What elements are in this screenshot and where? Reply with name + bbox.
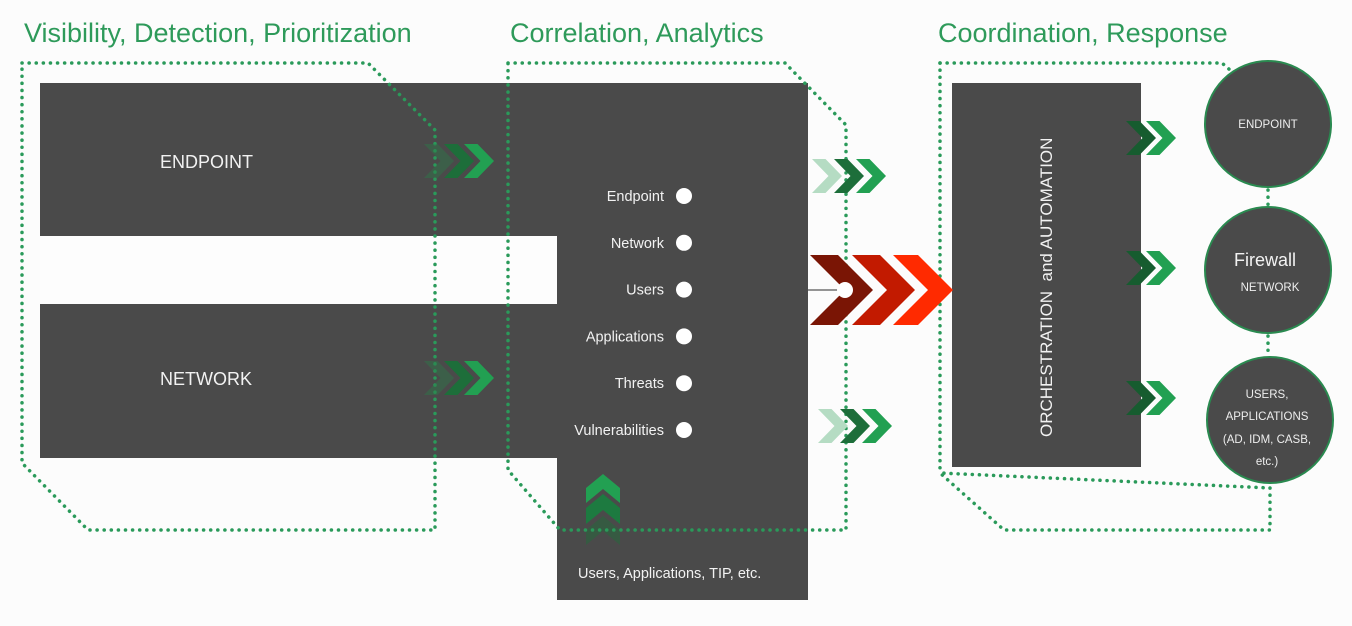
data-source-label: Applications xyxy=(586,329,664,345)
data-source-label: Network xyxy=(611,236,665,252)
response-target-firewall[interactable] xyxy=(1204,206,1332,334)
response-target-users-line-4: etc.) xyxy=(1256,456,1279,468)
gap-between-sources xyxy=(40,236,557,304)
triple-chevron-right-icon xyxy=(812,159,886,193)
circle-icon xyxy=(676,422,692,438)
orchestration-label: ORCHESTRATION and AUTOMATION xyxy=(1037,138,1056,437)
response-target-firewall-title: Firewall xyxy=(1234,250,1296,270)
red-triple-chevron-icon xyxy=(808,255,953,325)
endpoint-source-label: ENDPOINT xyxy=(160,152,253,172)
response-target-firewall-subtitle: NETWORK xyxy=(1241,282,1300,294)
section-title-correlation: Correlation, Analytics xyxy=(510,18,764,48)
circle-icon xyxy=(676,328,692,345)
security-operations-diagram: Visibility, Detection, Prioritization Co… xyxy=(20,18,1334,600)
triple-chevron-right-icon xyxy=(818,409,892,443)
correlation-panel xyxy=(40,83,808,600)
context-feed-label: Users, Applications, TIP, etc. xyxy=(578,566,761,582)
data-source-label: Vulnerabilities xyxy=(574,423,664,439)
circle-icon xyxy=(676,234,692,251)
response-targets: ENDPOINT Firewall NETWORK USERS, APPLICA… xyxy=(1204,60,1334,484)
data-source-label: Endpoint xyxy=(607,189,664,205)
response-target-users-line-1: USERS, xyxy=(1246,389,1289,401)
network-source-label: NETWORK xyxy=(160,369,252,389)
section-title-visibility: Visibility, Detection, Prioritization xyxy=(24,18,412,48)
response-target-users-line-2: APPLICATIONS xyxy=(1226,411,1309,423)
section-title-coordination: Coordination, Response xyxy=(938,18,1228,48)
data-source-label: Users xyxy=(626,283,664,299)
response-target-users-line-3: (AD, IDM, CASB, xyxy=(1223,434,1311,446)
data-source-label: Threats xyxy=(615,376,664,392)
circle-icon xyxy=(676,375,692,392)
response-target-endpoint-title: ENDPOINT xyxy=(1238,119,1297,131)
circle-icon xyxy=(676,188,692,204)
circle-icon xyxy=(676,281,692,298)
